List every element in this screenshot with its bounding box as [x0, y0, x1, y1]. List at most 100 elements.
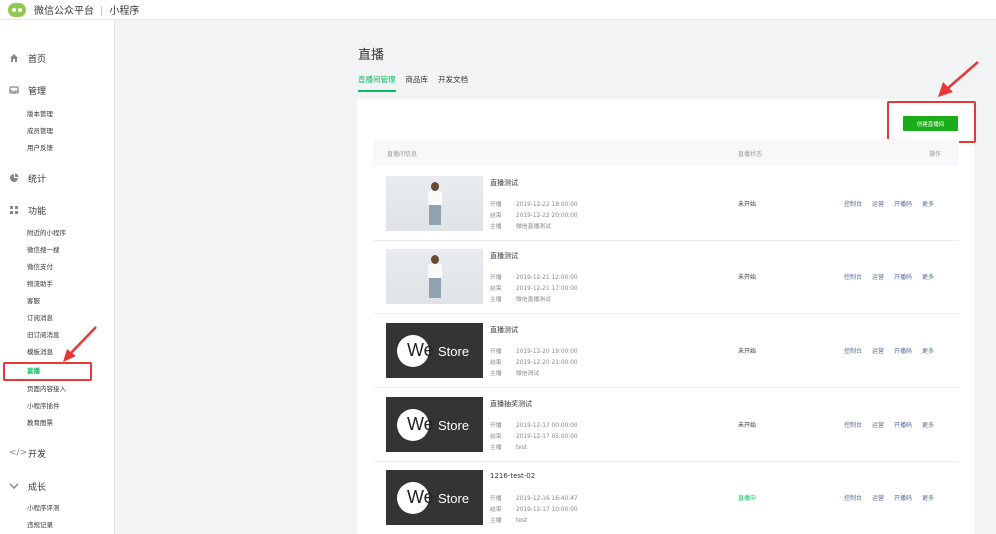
- room-ops: 控制台 运营 开播码 更多: [844, 420, 944, 429]
- platform-name[interactable]: 微信公众平台: [34, 6, 94, 17]
- room-title: 直播测试: [490, 326, 518, 334]
- room-end-time: 结束 2019-12-22 20:00:00: [490, 213, 578, 219]
- room-end-time: 结束 2019-12-20 21:00:00: [490, 360, 578, 366]
- room-anchor: 主播 test: [490, 445, 528, 451]
- room-end-time: 结束 2019-12-17 10:00:00: [490, 507, 578, 513]
- sidebar-item-violation[interactable]: 违规记录: [27, 520, 53, 530]
- room-status: 未开始: [738, 348, 757, 355]
- sidebar-item-content[interactable]: 页面内容接入: [27, 384, 66, 394]
- live-code-link[interactable]: 开播码: [894, 199, 912, 208]
- live-code-link[interactable]: 开播码: [894, 420, 912, 429]
- live-code-link[interactable]: 开播码: [894, 493, 912, 502]
- room-title: 直播测试: [490, 179, 518, 187]
- home-icon: [10, 54, 18, 62]
- live-code-link[interactable]: 开播码: [894, 346, 912, 355]
- tab-product-library[interactable]: 商品库: [406, 74, 429, 92]
- room-anchor: 主播 微信直播测试: [490, 297, 551, 303]
- tab-dev-docs[interactable]: 开发文档: [438, 74, 468, 92]
- nav-manage[interactable]: 管理: [0, 82, 115, 98]
- page-title: 直播: [358, 48, 385, 63]
- more-link[interactable]: 更多: [922, 346, 934, 355]
- operation-link[interactable]: 运营: [872, 272, 884, 281]
- more-link[interactable]: 更多: [922, 199, 934, 208]
- column-status: 直播状态: [738, 151, 763, 158]
- console-link[interactable]: 控制台: [844, 493, 862, 502]
- room-end-time: 结束 2019-12-21 17:00:00: [490, 286, 578, 292]
- nav-features[interactable]: 功能: [0, 202, 115, 218]
- more-link[interactable]: 更多: [922, 493, 934, 502]
- room-anchor: 主播 test: [490, 518, 528, 524]
- nav-develop[interactable]: </> 开发: [0, 445, 115, 461]
- operation-link[interactable]: 运营: [872, 493, 884, 502]
- room-ops: 控制台 运营 开播码 更多: [844, 346, 944, 355]
- code-icon: </>: [9, 448, 28, 458]
- nav-growth[interactable]: 成长: [0, 478, 115, 494]
- sidebar-item-plugin[interactable]: 小程序插件: [27, 401, 60, 411]
- room-status: 未开始: [738, 201, 757, 208]
- sidebar-item-review[interactable]: 小程序评测: [27, 503, 60, 513]
- top-bar: 微信公众平台 | 小程序: [0, 0, 996, 20]
- tab-bar: 直播间管理 商品库 开发文档: [358, 74, 478, 92]
- nav-home[interactable]: 首页: [0, 50, 115, 66]
- sidebar-item-service[interactable]: 客服: [27, 296, 40, 306]
- room-status: 直播中: [738, 495, 757, 502]
- live-cover-image: We Store: [386, 470, 483, 525]
- console-link[interactable]: 控制台: [844, 199, 862, 208]
- nav-stats[interactable]: 统计: [0, 170, 115, 186]
- console-link[interactable]: 控制台: [844, 346, 862, 355]
- room-end-time: 结束 2019-12-17 05:00:00: [490, 434, 578, 440]
- room-start-time: 开播 2019-12-21 12:00:00: [490, 275, 578, 281]
- room-anchor: 主播 微信直播测试: [490, 224, 551, 230]
- live-code-link[interactable]: 开播码: [894, 272, 912, 281]
- sidebar-item-nearby[interactable]: 附近的小程序: [27, 228, 66, 238]
- more-link[interactable]: 更多: [922, 420, 934, 429]
- tab-live-room[interactable]: 直播间管理: [358, 74, 396, 92]
- room-start-time: 开播 2019-12-17 00:00:00: [490, 423, 578, 429]
- brand: 微信公众平台 | 小程序: [34, 6, 140, 17]
- growth-icon: [10, 483, 18, 489]
- table-row: 直播测试 开播 2019-12-21 12:00:00 结束 2019-12-21 …: [373, 240, 959, 314]
- sidebar-item-education[interactable]: 教育图票: [27, 418, 53, 428]
- table-row: 直播测试 开播 2019-12-22 18:00:00 结束 2019-12-22 …: [373, 167, 959, 241]
- sidebar-item-search[interactable]: 微信搜一搜: [27, 245, 60, 255]
- live-cover-image: [386, 249, 483, 304]
- column-ops: 操作: [929, 151, 942, 158]
- room-start-time: 开播 2019-12-20 19:00:00: [490, 349, 578, 355]
- sidebar-item-pay[interactable]: 微信支付: [27, 262, 53, 272]
- room-title: 直播测试: [490, 252, 518, 260]
- table-header: 直播间信息 直播状态 操作: [373, 139, 959, 166]
- room-ops: 控制台 运营 开播码 更多: [844, 199, 944, 208]
- live-cover-image: [386, 176, 483, 231]
- room-start-time: 开播 2019-12-16 16:40:47: [490, 496, 578, 502]
- pie-chart-icon: [10, 173, 19, 182]
- room-title: 1216-test-02: [490, 472, 536, 480]
- sidebar-item-old-subscribe[interactable]: 旧订阅消息: [27, 330, 60, 340]
- room-ops: 控制台 运营 开播码 更多: [844, 493, 944, 502]
- column-info: 直播间信息: [387, 151, 418, 158]
- room-anchor: 主播 微信测试: [490, 371, 540, 377]
- annotation-arrow-icon: [938, 61, 979, 97]
- live-cover-image: We Store: [386, 397, 483, 452]
- room-start-time: 开播 2019-12-22 18:00:00: [490, 202, 578, 208]
- mini-program-logo-icon[interactable]: [8, 2, 26, 17]
- product-name: 小程序: [109, 6, 140, 17]
- sidebar-item-logistics[interactable]: 物流助手: [27, 279, 53, 289]
- operation-link[interactable]: 运营: [872, 346, 884, 355]
- room-status: 未开始: [738, 274, 757, 281]
- room-title: 直播抽奖测试: [490, 400, 532, 408]
- sidebar-item-subscribe[interactable]: 订阅消息: [27, 313, 53, 323]
- console-link[interactable]: 控制台: [844, 272, 862, 281]
- more-link[interactable]: 更多: [922, 272, 934, 281]
- annotation-arrow-icon: [63, 326, 97, 362]
- console-link[interactable]: 控制台: [844, 420, 862, 429]
- grid-icon: [10, 206, 18, 214]
- operation-link[interactable]: 运营: [872, 199, 884, 208]
- table-row: We Store 1216-test-02 开播 2019-12-16 16:40…: [373, 461, 959, 534]
- sidebar-item-feedback[interactable]: 用户反馈: [27, 143, 53, 153]
- operation-link[interactable]: 运营: [872, 420, 884, 429]
- room-ops: 控制台 运营 开播码 更多: [844, 272, 944, 281]
- sidebar-item-template[interactable]: 模板消息: [27, 347, 53, 357]
- sidebar-item-members[interactable]: 成员管理: [27, 126, 53, 136]
- sidebar-item-version[interactable]: 版本管理: [27, 109, 53, 119]
- highlight-create-button: [887, 101, 976, 143]
